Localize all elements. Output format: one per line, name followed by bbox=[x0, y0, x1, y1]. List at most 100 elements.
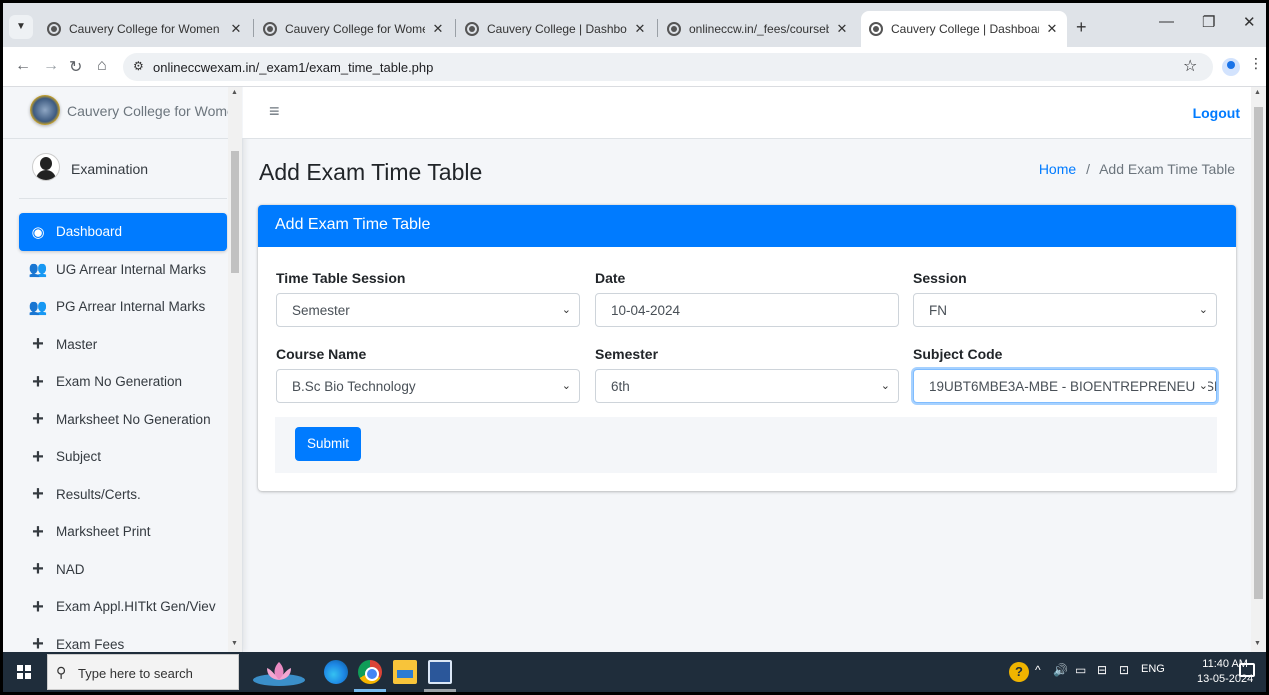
word-icon[interactable] bbox=[428, 660, 452, 684]
sidebar-item-exam-fees[interactable]: + Exam Fees bbox=[19, 626, 227, 652]
sidebar-item-marksheet-no-generation[interactable]: + Marksheet No Generation bbox=[19, 401, 227, 439]
battery-icon[interactable]: ▭ bbox=[1075, 663, 1086, 677]
dashboard-icon: ◉ bbox=[31, 223, 45, 241]
scroll-down-icon[interactable]: ▼ bbox=[1254, 640, 1261, 647]
plus-icon: + bbox=[32, 633, 44, 652]
close-icon[interactable]: ✕ bbox=[833, 21, 851, 37]
plus-icon: + bbox=[32, 595, 44, 618]
lotus-widget-icon[interactable] bbox=[251, 658, 307, 686]
volume-icon[interactable]: 🔊 bbox=[1053, 663, 1068, 677]
bookmark-star-icon[interactable]: ☆ bbox=[1183, 56, 1197, 76]
sidebar-scroll-thumb[interactable] bbox=[231, 151, 239, 273]
sidebar-item-results[interactable]: + Results/Certs. bbox=[19, 476, 227, 514]
scroll-up-icon[interactable]: ▲ bbox=[1254, 89, 1261, 96]
site-settings-icon[interactable]: ⚙ bbox=[133, 59, 144, 73]
language-indicator[interactable]: ENG bbox=[1141, 663, 1165, 675]
hamburger-menu-icon[interactable]: ≡ bbox=[269, 101, 280, 122]
scroll-down-icon[interactable]: ▼ bbox=[231, 640, 238, 647]
taskbar-search[interactable]: ⚲ Type here to search bbox=[47, 654, 239, 690]
user-plus-icon: 👥 bbox=[28, 298, 48, 316]
course-name-select[interactable]: B.Sc Bio Technology ⌄ bbox=[276, 369, 580, 403]
url-text[interactable]: onlineccwexam.in/_exam1/exam_time_table.… bbox=[153, 60, 433, 75]
file-explorer-icon[interactable] bbox=[393, 660, 417, 684]
new-tab-button[interactable]: + bbox=[1076, 17, 1087, 38]
sidebar-item-master[interactable]: + Master bbox=[19, 326, 227, 364]
sidebar-nav: ◉ Dashboard 👥 UG Arrear Internal Marks 👥… bbox=[19, 213, 227, 652]
window-close-button[interactable]: ✕ bbox=[1243, 13, 1256, 31]
course-name-value: B.Sc Bio Technology bbox=[292, 379, 416, 394]
browser-menu-icon[interactable]: ⋮ bbox=[1249, 55, 1263, 72]
network-icon[interactable]: ⊟ bbox=[1097, 663, 1107, 677]
tab-4[interactable]: onlineccw.in/_fees/courseba ✕ bbox=[659, 11, 857, 47]
time-table-session-select[interactable]: Semester ⌄ bbox=[276, 293, 580, 327]
sidebar-item-ug-arrear[interactable]: 👥 UG Arrear Internal Marks bbox=[19, 251, 227, 289]
sidebar-item-dashboard[interactable]: ◉ Dashboard bbox=[19, 213, 227, 251]
close-icon[interactable]: ✕ bbox=[1043, 21, 1061, 37]
minimize-button[interactable]: — bbox=[1159, 13, 1174, 30]
logout-link[interactable]: Logout bbox=[1193, 105, 1240, 121]
submit-button[interactable]: Submit bbox=[295, 427, 362, 461]
globe-icon bbox=[465, 22, 479, 36]
search-icon: ⚲ bbox=[56, 664, 67, 680]
page-scroll-thumb[interactable] bbox=[1254, 107, 1263, 599]
semester-value: 6th bbox=[611, 379, 630, 394]
page-scrollbar[interactable]: ▲ ▼ bbox=[1251, 87, 1266, 652]
semester-select[interactable]: 6th ⌄ bbox=[595, 369, 899, 403]
sidebar-item-subject[interactable]: + Subject bbox=[19, 438, 227, 476]
sidebar-item-label: UG Arrear Internal Marks bbox=[56, 261, 207, 277]
page-viewport: Cauvery College for Women Examination ◉ … bbox=[3, 87, 1266, 652]
plus-icon: + bbox=[32, 445, 44, 468]
chevron-down-icon: ⌄ bbox=[880, 380, 890, 392]
session-value: FN bbox=[929, 303, 947, 318]
globe-icon bbox=[263, 22, 277, 36]
session-select[interactable]: FN ⌄ bbox=[913, 293, 1217, 327]
form-footer: Submit bbox=[275, 417, 1217, 473]
chevron-down-icon: ⌄ bbox=[1198, 304, 1208, 316]
windows-start-icon[interactable] bbox=[17, 665, 31, 679]
brand-link[interactable]: Cauvery College for Women bbox=[3, 87, 243, 139]
sidebar-item-exam-appl[interactable]: + Exam Appl.HITkt Gen/Viev bbox=[19, 588, 227, 626]
sidebar-scrollbar[interactable]: ▲ ▼ bbox=[228, 87, 242, 652]
forward-icon[interactable]: → bbox=[43, 57, 59, 75]
tab-title: Cauvery College for Women bbox=[285, 22, 425, 36]
globe-icon bbox=[667, 22, 681, 36]
edge-icon[interactable] bbox=[324, 660, 348, 684]
sidebar-item-pg-arrear[interactable]: 👥 PG Arrear Internal Marks bbox=[19, 288, 227, 326]
tab-title: Cauvery College | Dashboard bbox=[891, 22, 1039, 36]
restore-button[interactable]: ❐ bbox=[1202, 13, 1215, 31]
date-input[interactable]: 10-04-2024 bbox=[595, 293, 899, 327]
close-icon[interactable]: ✕ bbox=[429, 21, 447, 37]
sidebar-item-label: Marksheet No Generation bbox=[56, 411, 211, 427]
tab-3[interactable]: Cauvery College | Dashboard ✕ bbox=[457, 11, 655, 47]
chrome-icon[interactable] bbox=[358, 660, 382, 684]
subject-code-select[interactable]: 19UBT6MBE3A-MBE - BIOENTREPRENEURSHIP ⌄ bbox=[913, 369, 1217, 403]
home-icon[interactable]: ⌂ bbox=[97, 57, 107, 75]
tab-title: onlineccw.in/_fees/courseba bbox=[689, 22, 829, 36]
tab-2[interactable]: Cauvery College for Women ✕ bbox=[255, 11, 453, 47]
sidebar-item-nad[interactable]: + NAD bbox=[19, 551, 227, 589]
scroll-up-icon[interactable]: ▲ bbox=[231, 89, 238, 96]
close-icon[interactable]: ✕ bbox=[631, 21, 649, 37]
sidebar-item-label: Master bbox=[56, 336, 98, 352]
reload-icon[interactable]: ↻ bbox=[69, 57, 82, 77]
brand-text: Cauvery College for Women bbox=[67, 103, 243, 119]
close-icon[interactable]: ✕ bbox=[227, 21, 245, 37]
sidebar-item-label: Exam No Generation bbox=[56, 374, 183, 390]
help-icon[interactable]: ? bbox=[1009, 662, 1029, 682]
tab-5-active[interactable]: Cauvery College | Dashboard ✕ bbox=[861, 11, 1067, 47]
chevron-down-icon: ⌄ bbox=[1194, 379, 1208, 392]
sidebar-item-marksheet-print[interactable]: + Marksheet Print bbox=[19, 513, 227, 551]
profile-icon[interactable] bbox=[1222, 58, 1240, 76]
back-icon[interactable]: ← bbox=[15, 57, 31, 75]
tray-chevron-icon[interactable]: ^ bbox=[1035, 663, 1041, 677]
pen-icon[interactable]: ⊡ bbox=[1119, 663, 1129, 677]
tab-1[interactable]: Cauvery College for Women ✕ bbox=[39, 11, 251, 47]
tab-search-button[interactable]: ▼ bbox=[9, 15, 33, 39]
sidebar-item-label: Exam Appl.HITkt Gen/Viev bbox=[56, 599, 216, 615]
tab-title: Cauvery College | Dashboard bbox=[487, 22, 627, 36]
user-name[interactable]: Examination bbox=[71, 161, 148, 177]
notification-icon[interactable] bbox=[1239, 663, 1255, 677]
sidebar-item-exam-no-generation[interactable]: + Exam No Generation bbox=[19, 363, 227, 401]
breadcrumb-home-link[interactable]: Home bbox=[1039, 161, 1076, 177]
address-bar[interactable]: ⚙ onlineccwexam.in/_exam1/exam_time_tabl… bbox=[123, 53, 1213, 81]
